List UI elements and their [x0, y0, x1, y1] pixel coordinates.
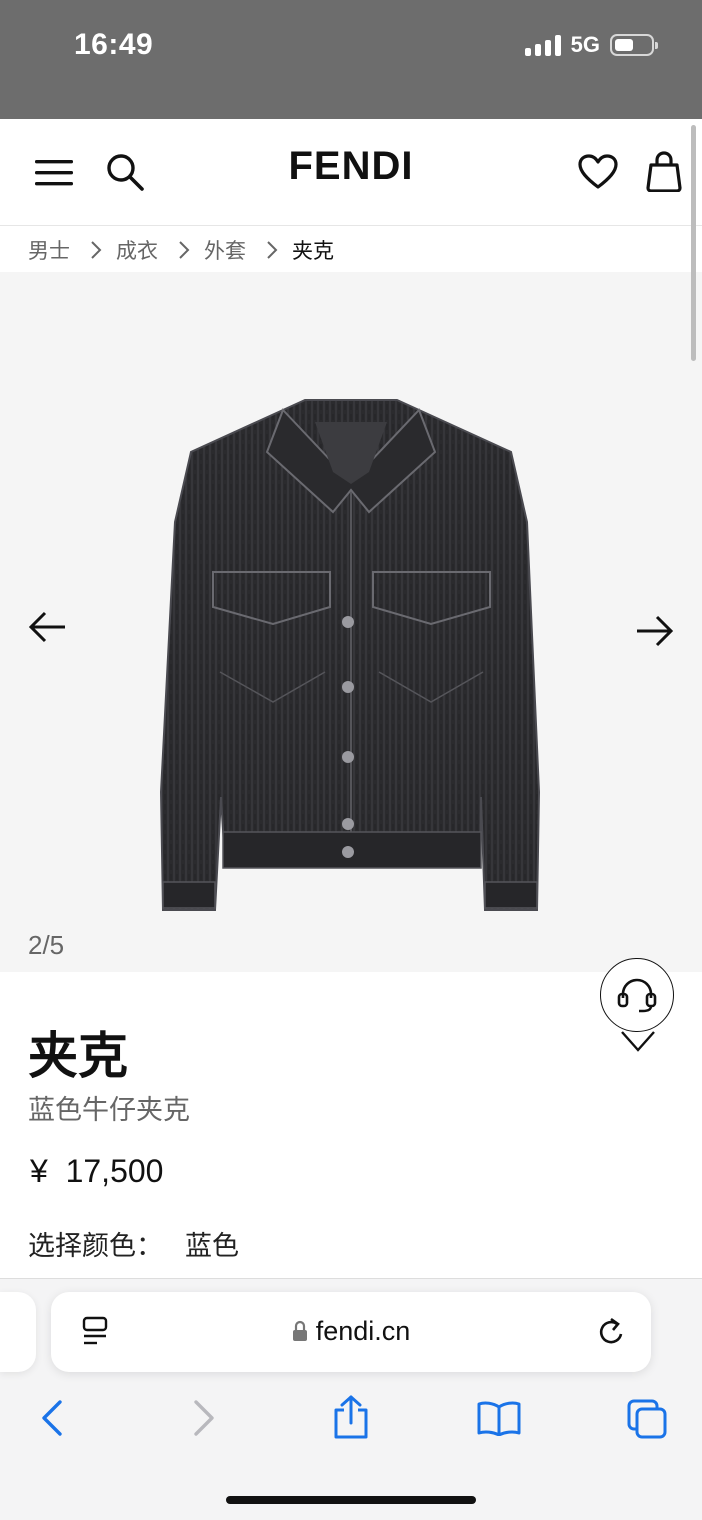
- customer-service-button[interactable]: [600, 958, 674, 1032]
- product-title: 夹克: [28, 1028, 128, 1084]
- url-display[interactable]: fendi.cn: [51, 1316, 651, 1347]
- breadcrumb: 男士 成衣 外套 夹克: [28, 234, 334, 266]
- color-label: 选择颜色：: [28, 1231, 163, 1261]
- url-text: fendi.cn: [315, 1316, 411, 1346]
- currency-symbol: ¥: [30, 1153, 48, 1189]
- headset-icon: [617, 978, 657, 1013]
- chevron-right-icon: [266, 240, 278, 260]
- product-price: ¥ 17,500: [30, 1153, 163, 1190]
- product-image: [159, 399, 541, 911]
- page-scrollbar[interactable]: [691, 125, 696, 361]
- back-icon[interactable]: [38, 1398, 66, 1443]
- arrow-left-icon[interactable]: [26, 606, 68, 648]
- bookmarks-icon[interactable]: [476, 1400, 522, 1441]
- price-value: 17,500: [65, 1153, 164, 1189]
- image-counter: 2/5: [28, 930, 65, 960]
- status-indicators: 5G: [524, 32, 658, 58]
- heart-icon[interactable]: [577, 152, 619, 192]
- signal-icon: [524, 34, 561, 56]
- site-header: FENDI: [0, 119, 702, 226]
- chevron-right-icon: [90, 240, 102, 260]
- breadcrumb-item-men[interactable]: 男士: [28, 235, 70, 265]
- product-subtitle: 蓝色牛仔夹克: [28, 1095, 190, 1125]
- breadcrumb-item-outerwear[interactable]: 外套: [204, 235, 246, 265]
- breadcrumb-item-current: 夹克: [292, 240, 334, 263]
- home-indicator[interactable]: [226, 1496, 476, 1504]
- breadcrumb-item-ready-to-wear[interactable]: 成衣: [116, 235, 158, 265]
- forward-icon: [190, 1398, 218, 1443]
- product-gallery[interactable]: [0, 272, 702, 972]
- reload-icon[interactable]: [595, 1316, 627, 1353]
- arrow-right-icon[interactable]: [634, 610, 676, 652]
- chevron-down-icon[interactable]: [620, 1028, 656, 1061]
- network-label: 5G: [570, 32, 600, 57]
- tabs-icon[interactable]: [626, 1398, 668, 1445]
- color-value: 蓝色: [185, 1231, 239, 1261]
- status-time: 16:49: [74, 28, 154, 61]
- lock-icon: [292, 1320, 307, 1341]
- previous-tab-peek[interactable]: [0, 1292, 36, 1372]
- color-selector[interactable]: 选择颜色： 蓝色: [28, 1224, 239, 1263]
- bag-icon[interactable]: [644, 149, 684, 193]
- battery-icon: [610, 34, 658, 56]
- share-icon[interactable]: [331, 1394, 371, 1445]
- status-bar: 16:49 5G: [0, 0, 702, 119]
- chevron-right-icon: [178, 240, 190, 260]
- address-bar[interactable]: fendi.cn: [51, 1292, 651, 1372]
